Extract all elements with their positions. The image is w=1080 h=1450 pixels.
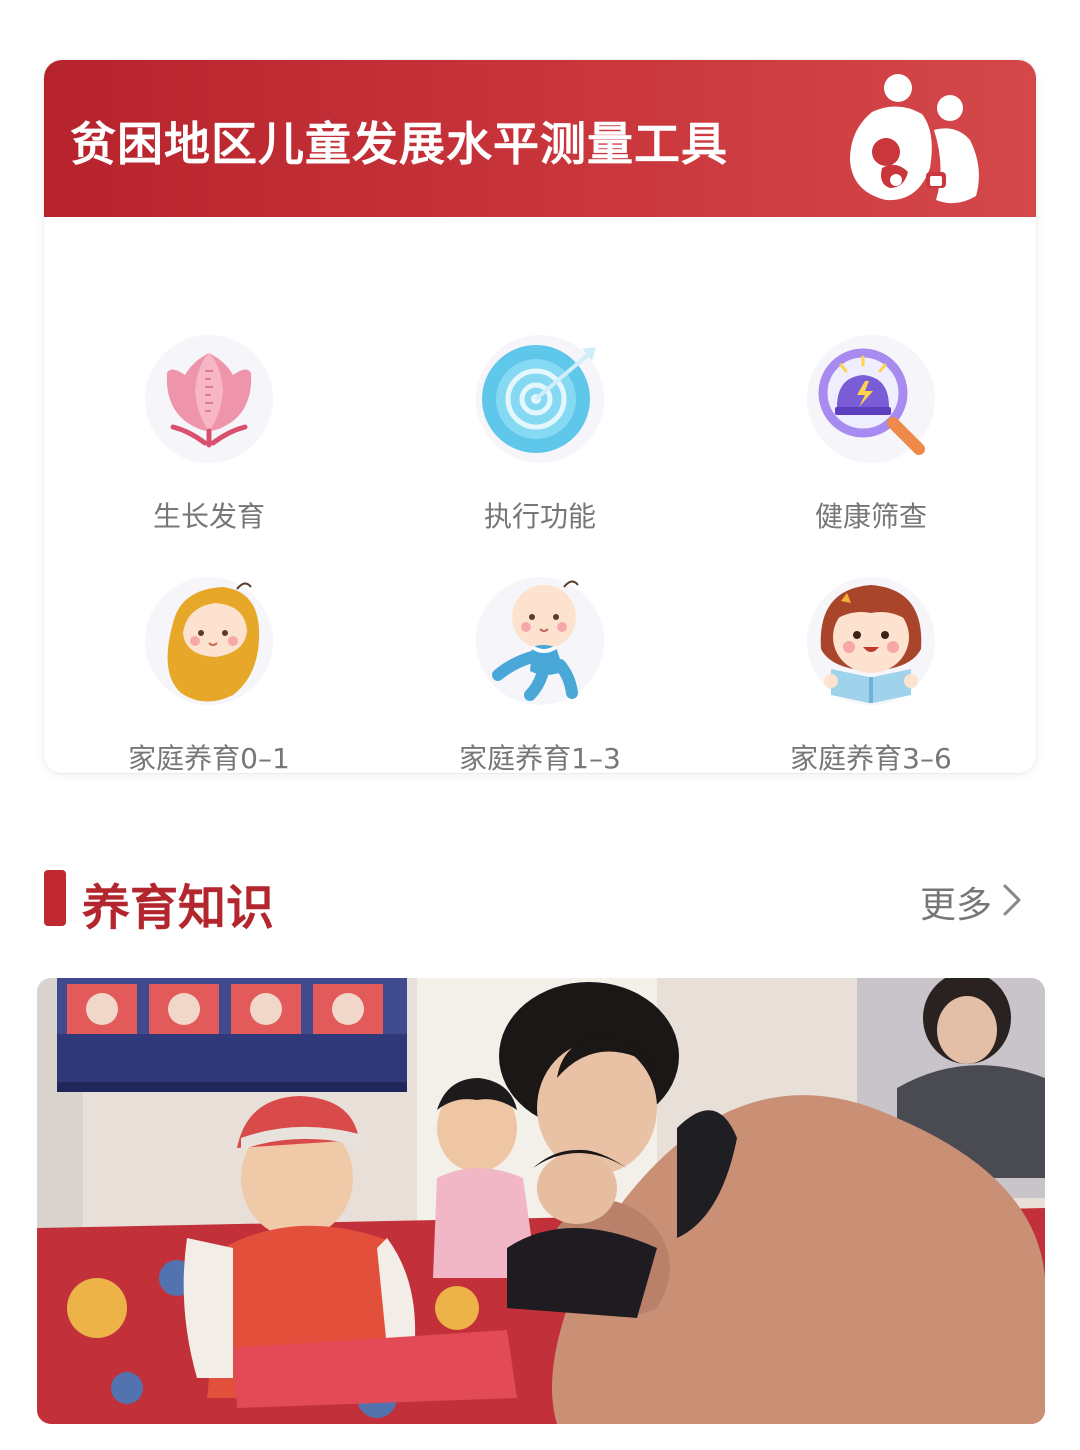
tools-card: 贫困地区儿童发展水平测量工具 生长发育 执行功能 健康筛查 家庭养育0–1 家庭… xyxy=(44,60,1036,773)
banner-title: 贫困地区儿童发展水平测量工具 xyxy=(70,117,728,171)
article-cover-photo[interactable] xyxy=(37,978,1045,1424)
tool-parenting-0-1[interactable]: 家庭养育0–1 xyxy=(44,577,374,773)
tool-label: 生长发育 xyxy=(152,500,265,533)
tool-label: 家庭养育1–3 xyxy=(459,742,621,773)
tool-label: 家庭养育0–1 xyxy=(128,742,290,773)
more-label: 更多 xyxy=(919,885,992,926)
tool-label: 家庭养育3–6 xyxy=(790,742,952,773)
girl-reading-icon xyxy=(807,577,935,705)
alarm-magnifier-icon xyxy=(807,335,935,463)
tool-label: 健康筛查 xyxy=(814,500,927,533)
family-logo-icon xyxy=(838,72,988,208)
tools-grid: 生长发育 执行功能 健康筛查 家庭养育0–1 家庭养育1–3 家庭养育3–6 xyxy=(44,217,1036,773)
chevron-right-icon xyxy=(1002,883,1022,926)
section-accent-bar xyxy=(44,870,66,926)
swaddled-baby-icon xyxy=(145,577,273,705)
tool-label: 执行功能 xyxy=(483,500,596,533)
tulip-ruler-icon xyxy=(145,335,273,463)
crawling-baby-icon xyxy=(476,577,604,705)
tool-health-screening[interactable]: 健康筛查 xyxy=(706,335,1036,575)
section-title: 养育知识 xyxy=(82,880,275,936)
target-icon xyxy=(476,335,604,463)
tool-parenting-3-6[interactable]: 家庭养育3–6 xyxy=(706,577,1036,773)
tools-banner: 贫困地区儿童发展水平测量工具 xyxy=(44,60,1036,217)
parenting-knowledge-header: 养育知识 更多 xyxy=(44,868,1036,936)
tool-executive-function[interactable]: 执行功能 xyxy=(375,335,705,575)
tool-growth[interactable]: 生长发育 xyxy=(44,335,374,575)
more-link[interactable]: 更多 xyxy=(920,876,1022,928)
tool-parenting-1-3[interactable]: 家庭养育1–3 xyxy=(375,577,705,773)
